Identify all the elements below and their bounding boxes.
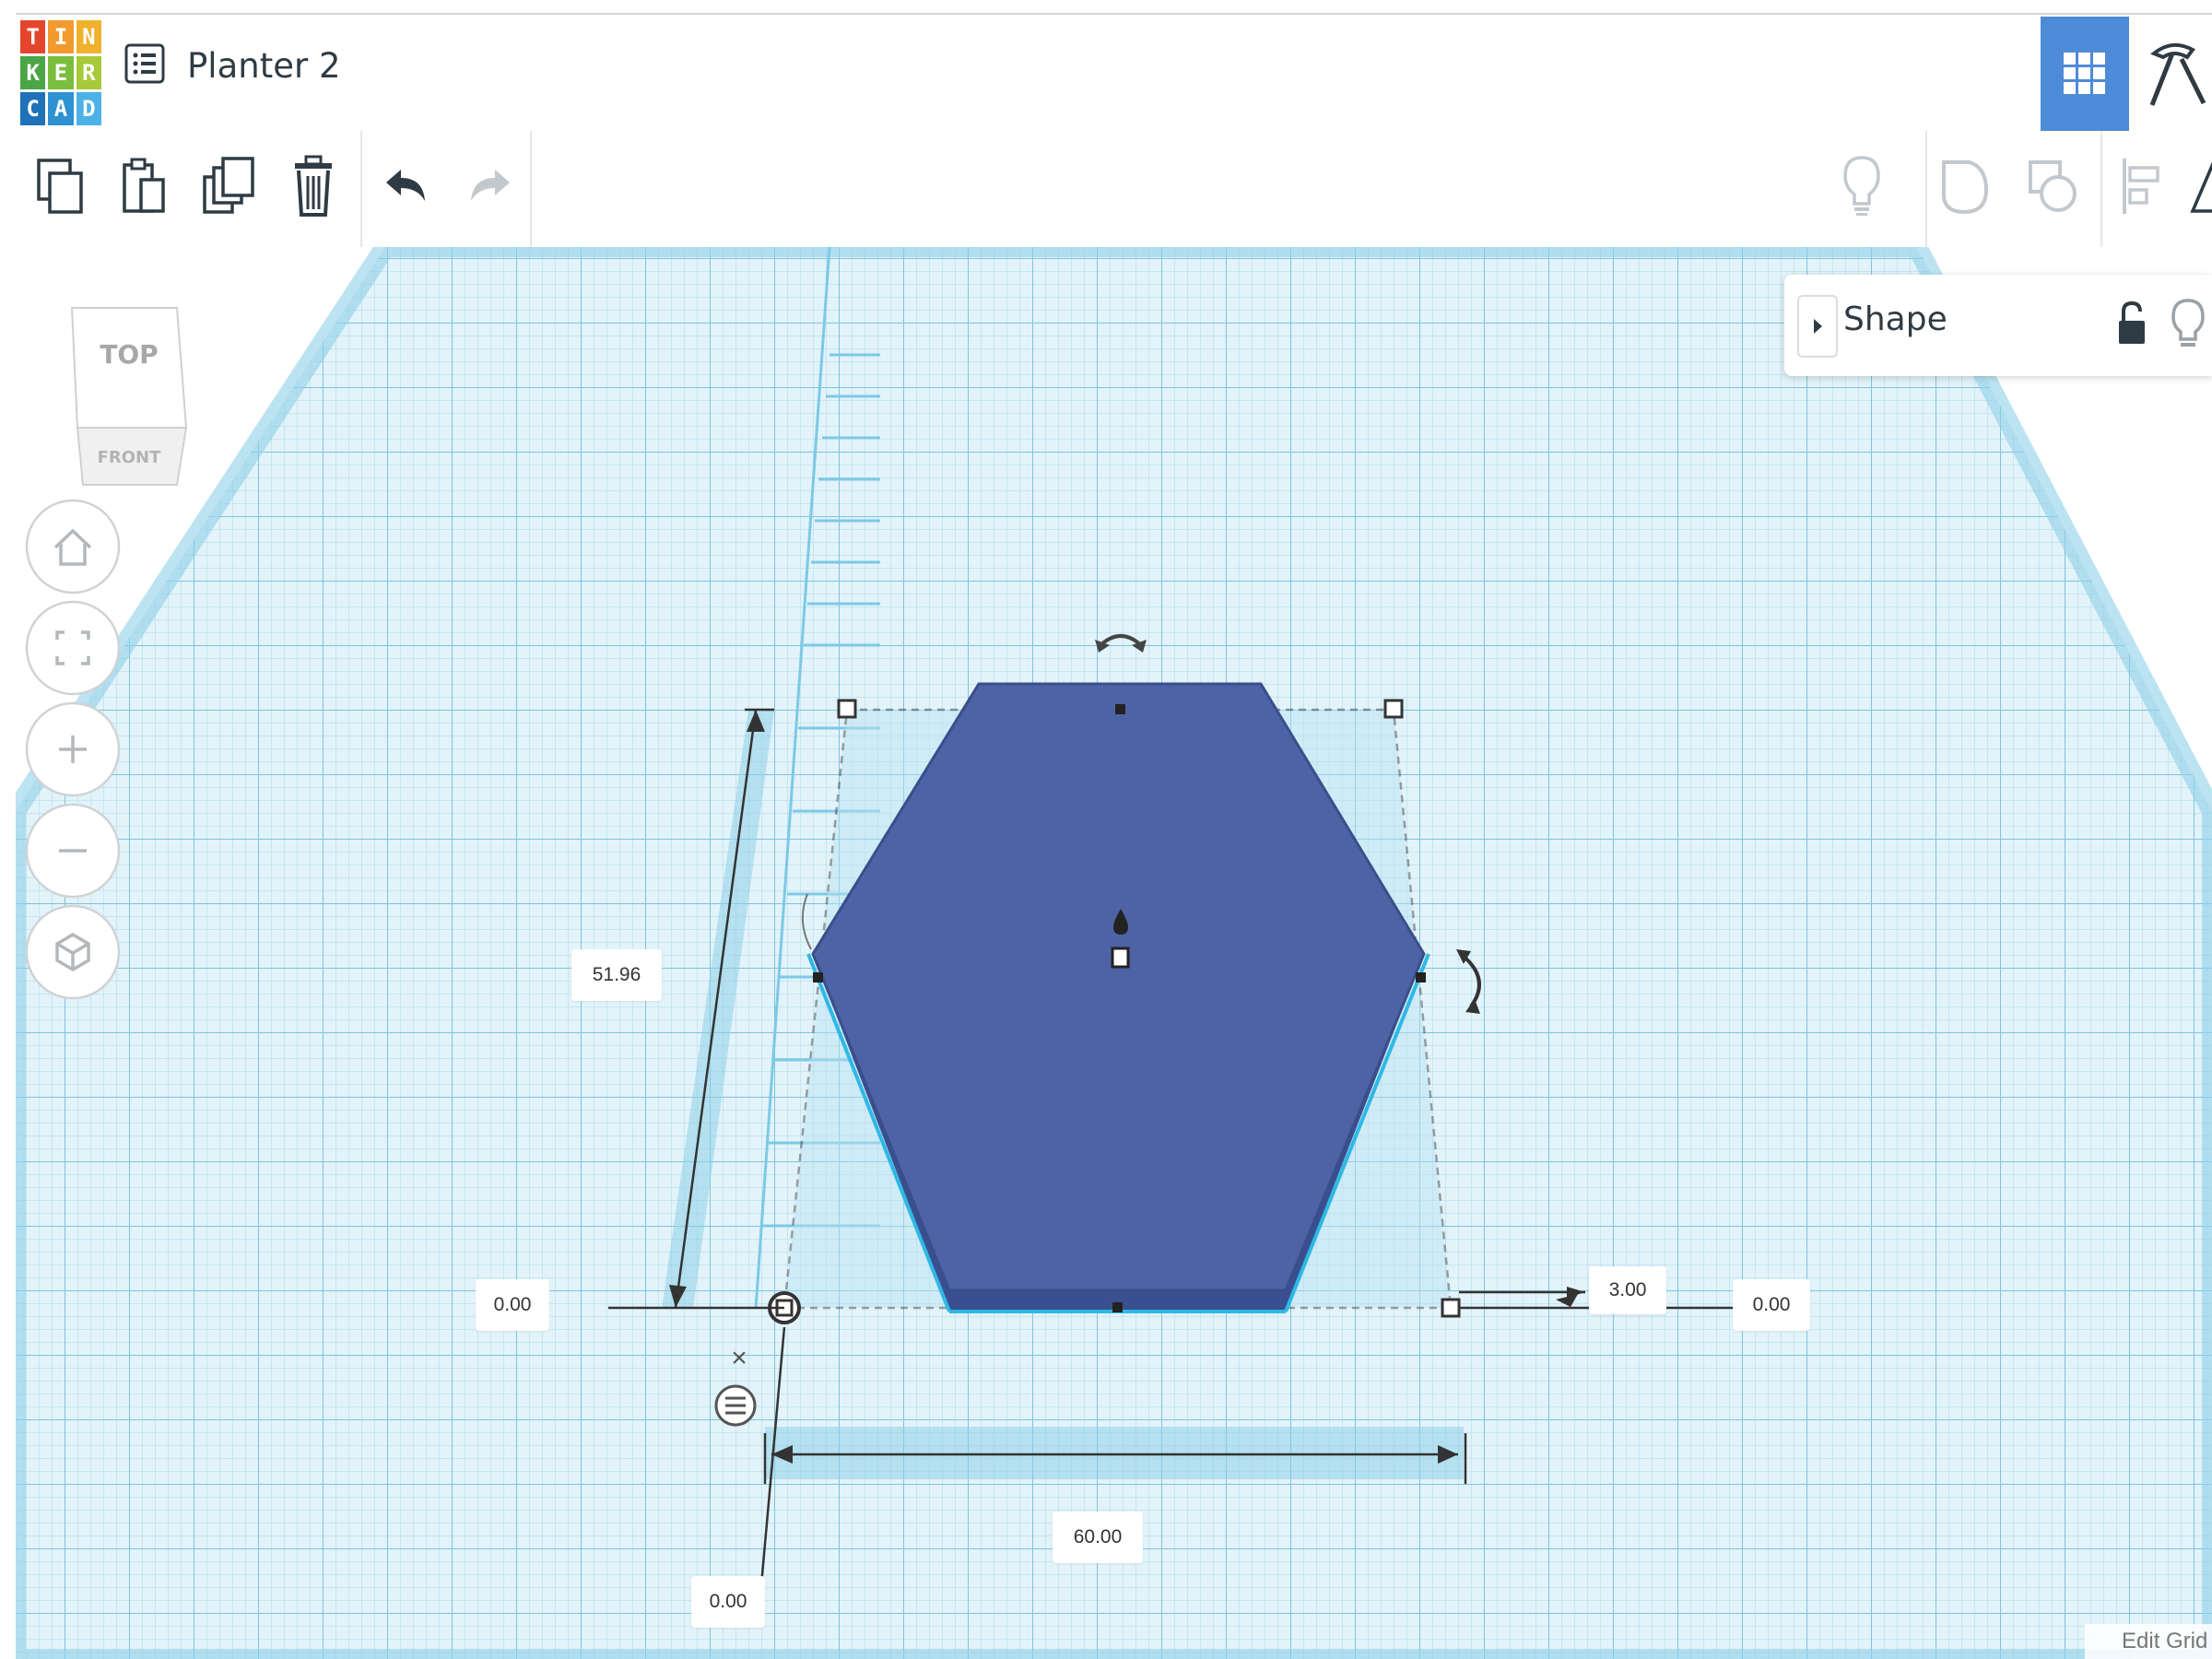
toolbar-divider — [2100, 131, 2102, 247]
logo-letter: N — [76, 20, 101, 53]
zoom-out-button[interactable] — [24, 802, 122, 900]
resize-handle-left-mid[interactable] — [813, 972, 823, 982]
workplane[interactable] — [0, 247, 2212, 1659]
fit-view-button[interactable] — [24, 599, 122, 697]
logo-letter: E — [48, 56, 74, 89]
width-input[interactable]: 60.00 — [1053, 1512, 1143, 1563]
lift-handle[interactable] — [1111, 947, 1130, 969]
height-input[interactable]: 3.00 — [1589, 1266, 1666, 1314]
left-offset-input[interactable]: 0.00 — [476, 1279, 549, 1331]
logo-letter: K — [20, 56, 46, 89]
align-icon — [2123, 159, 2159, 214]
group-button[interactable] — [1933, 154, 1997, 218]
build-button[interactable] — [2136, 17, 2212, 131]
show-all-icon — [1843, 156, 1880, 216]
resize-handle-front-right[interactable] — [1441, 1298, 1461, 1318]
shape-inspector: Shape — [1784, 275, 2212, 376]
ungroup-icon — [2029, 160, 2077, 212]
resize-handle-front-mid[interactable] — [1112, 1302, 1123, 1312]
copy-icon — [37, 159, 83, 214]
home-view-button[interactable] — [24, 498, 122, 595]
mirror-button[interactable] — [2176, 154, 2212, 218]
show-all-button[interactable] — [1830, 154, 1894, 218]
resize-handle-back-left[interactable] — [837, 699, 857, 719]
perspective-button[interactable] — [24, 903, 122, 1001]
home-icon — [25, 499, 121, 594]
zoom-in-icon — [25, 701, 121, 797]
undo-icon — [386, 170, 425, 201]
tinkercad-logo[interactable]: T I N K E R C A D — [20, 20, 101, 125]
notes-icon[interactable] — [712, 1380, 759, 1431]
zoom-in-button[interactable] — [24, 700, 122, 798]
resize-handle-back-right[interactable] — [1383, 699, 1404, 719]
logo-letter: T — [20, 20, 46, 53]
mirror-icon — [2190, 161, 2212, 213]
design-list-icon[interactable] — [124, 42, 166, 85]
inspector-title: Shape — [1843, 300, 1947, 338]
lock-icon[interactable] — [2116, 300, 2147, 351]
build-hammer-icon — [2149, 42, 2206, 106]
delete-button[interactable] — [281, 154, 346, 218]
edit-toolbar — [16, 131, 2212, 247]
align-button[interactable] — [2110, 154, 2174, 218]
front-offset-input[interactable]: 0.00 — [691, 1576, 765, 1628]
fit-view-icon — [25, 600, 121, 696]
toolbar-divider — [1925, 131, 1927, 247]
logo-letter: C — [20, 92, 46, 125]
logo-letter: R — [76, 56, 101, 89]
inspector-toggle[interactable] — [1797, 295, 1838, 358]
group-icon — [1942, 160, 1989, 215]
left-strip — [0, 0, 16, 1659]
top-bar: T I N K E R C A D Planter 2 — [16, 13, 2212, 132]
redo-icon — [471, 170, 510, 201]
edit-grid-button[interactable]: Edit Grid — [2085, 1624, 2212, 1659]
close-icon[interactable]: × — [720, 1339, 759, 1378]
view-cube-front-label: FRONT — [98, 448, 162, 467]
view-cube-top-label: TOP — [100, 339, 158, 370]
undo-button[interactable] — [373, 154, 438, 218]
logo-letter: I — [48, 20, 74, 53]
paste-icon — [123, 158, 165, 213]
logo-letter: A — [48, 92, 74, 125]
delete-icon — [295, 155, 332, 217]
redo-button[interactable] — [458, 154, 523, 218]
toolbar-divider — [360, 131, 362, 247]
paste-button[interactable] — [112, 154, 176, 218]
resize-handle-back-mid[interactable] — [1115, 704, 1125, 714]
grid-view-button[interactable] — [2041, 17, 2129, 131]
copy-button[interactable] — [29, 154, 93, 218]
design-title[interactable]: Planter 2 — [187, 46, 341, 86]
logo-letter: D — [76, 92, 101, 125]
resize-handle-right-mid[interactable] — [1416, 972, 1426, 982]
zoom-out-icon — [25, 803, 121, 899]
light-bulb-icon[interactable] — [2170, 297, 2206, 357]
perspective-icon — [25, 904, 121, 1000]
width-band — [765, 1427, 1464, 1479]
duplicate-icon — [203, 157, 254, 214]
caret-right-icon — [1814, 319, 1822, 334]
ungroup-button[interactable] — [2021, 154, 2086, 218]
view-cube[interactable]: TOP FRONT — [68, 304, 190, 488]
toolbar-divider — [530, 131, 532, 247]
length-input[interactable]: 51.96 — [571, 949, 662, 1001]
right-offset-input[interactable]: 0.00 — [1733, 1279, 1810, 1331]
duplicate-button[interactable] — [196, 154, 261, 218]
grid-view-icon — [2064, 53, 2105, 94]
